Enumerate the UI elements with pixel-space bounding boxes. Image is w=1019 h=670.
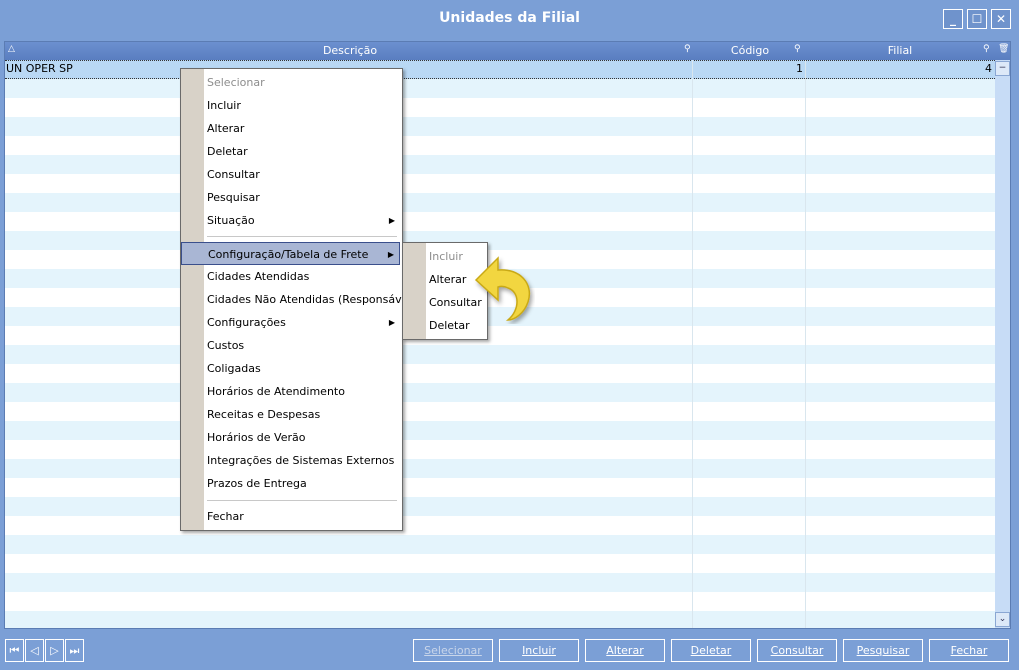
scroll-up-icon[interactable]: − bbox=[995, 61, 1010, 76]
context-menu: Selecionar Incluir Alterar Deletar Consu… bbox=[180, 68, 416, 531]
minimize-button[interactable]: _ bbox=[943, 9, 963, 29]
last-record-button[interactable]: ⏭ bbox=[65, 639, 84, 662]
maximize-icon: ☐ bbox=[971, 12, 983, 26]
menu-item-selecionar[interactable]: Selecionar bbox=[181, 71, 400, 94]
window-title: Unidades da Filial bbox=[439, 10, 580, 26]
menu-item-integracoes[interactable]: Integrações de Sistemas Externos bbox=[181, 449, 400, 472]
menu-item-incluir[interactable]: Incluir bbox=[181, 94, 400, 117]
column-divider bbox=[805, 60, 806, 628]
table-row[interactable] bbox=[5, 231, 995, 250]
table-row[interactable] bbox=[5, 459, 995, 478]
trash-icon[interactable]: 🗑 bbox=[998, 44, 1009, 54]
menu-item-prazos-entrega[interactable]: Prazos de Entrega bbox=[181, 472, 400, 495]
cell-filial: 4 bbox=[985, 62, 992, 75]
menu-separator bbox=[207, 236, 397, 237]
menu-item-horarios-verao[interactable]: Horários de Verão bbox=[181, 426, 400, 449]
submenu-arrow-icon: ▶ bbox=[387, 250, 394, 259]
table-row[interactable] bbox=[5, 611, 995, 628]
table-row[interactable] bbox=[5, 516, 995, 535]
table-row[interactable] bbox=[5, 79, 995, 98]
menu-item-deletar[interactable]: Deletar bbox=[181, 140, 400, 163]
fechar-button[interactable]: Fechar bbox=[929, 639, 1009, 662]
table-row[interactable] bbox=[5, 345, 995, 364]
table-row[interactable] bbox=[5, 383, 995, 402]
alterar-button[interactable]: Alterar bbox=[585, 639, 665, 662]
table-row[interactable] bbox=[5, 326, 995, 345]
table-row[interactable] bbox=[5, 174, 995, 193]
menu-item-pesquisar[interactable]: Pesquisar bbox=[181, 186, 400, 209]
cell-descricao: UN OPER SP bbox=[6, 62, 73, 75]
menu-item-fechar[interactable]: Fechar bbox=[181, 505, 400, 528]
maximize-button[interactable]: ☐ bbox=[967, 9, 987, 29]
first-icon: ⏮ bbox=[9, 644, 20, 657]
first-record-button[interactable]: ⏮ bbox=[5, 639, 24, 662]
next-icon: ▷ bbox=[50, 644, 59, 657]
search-icon[interactable]: ⚲ bbox=[794, 44, 801, 54]
table-row[interactable] bbox=[5, 98, 995, 117]
menu-item-cidades-nao-atendidas[interactable]: Cidades Não Atendidas (Responsável) bbox=[181, 288, 416, 311]
menu-item-custos[interactable]: Custos bbox=[181, 334, 400, 357]
table-row[interactable] bbox=[5, 402, 995, 421]
menu-item-alterar[interactable]: Alterar bbox=[181, 117, 400, 140]
deletar-button[interactable]: Deletar bbox=[671, 639, 751, 662]
table-row[interactable] bbox=[5, 212, 995, 231]
next-record-button[interactable]: ▷ bbox=[45, 639, 64, 662]
title-bar: Unidades da Filial _ ☐ ✕ bbox=[0, 0, 1019, 38]
grid-header: △ Descrição ⚲ Código ⚲ Filial ⚲ 🗑 bbox=[5, 42, 1010, 60]
search-icon[interactable]: ⚲ bbox=[684, 44, 691, 54]
table-row[interactable] bbox=[5, 421, 995, 440]
table-row[interactable] bbox=[5, 364, 995, 383]
scroll-down-icon[interactable]: ⌄ bbox=[995, 612, 1010, 627]
search-icon[interactable]: ⚲ bbox=[983, 44, 990, 54]
table-row[interactable] bbox=[5, 478, 995, 497]
column-header-filial[interactable]: Filial bbox=[805, 42, 995, 60]
pesquisar-button[interactable]: Pesquisar bbox=[843, 639, 923, 662]
table-row[interactable] bbox=[5, 117, 995, 136]
menu-item-situacao[interactable]: Situação ▶ bbox=[181, 209, 400, 232]
vertical-scrollbar[interactable]: − ⌄ bbox=[995, 60, 1010, 628]
bottom-bar: ⏮ ◁ ▷ ⏭ Selecionar Incluir Alterar Delet… bbox=[0, 632, 1019, 670]
column-header-codigo[interactable]: Código bbox=[695, 42, 805, 60]
incluir-button[interactable]: Incluir bbox=[499, 639, 579, 662]
data-grid: △ Descrição ⚲ Código ⚲ Filial ⚲ 🗑 UN OPE… bbox=[4, 41, 1011, 629]
column-header-descricao[interactable]: Descrição bbox=[5, 42, 695, 60]
menu-item-horarios-atendimento[interactable]: Horários de Atendimento bbox=[181, 380, 400, 403]
close-icon: ✕ bbox=[995, 12, 1007, 26]
column-divider bbox=[692, 60, 693, 628]
menu-item-coligadas[interactable]: Coligadas bbox=[181, 357, 400, 380]
menu-item-configuracao-tabela-frete[interactable]: Configuração/Tabela de Frete ▶ bbox=[181, 242, 400, 265]
table-row[interactable] bbox=[5, 554, 995, 573]
consultar-button[interactable]: Consultar bbox=[757, 639, 837, 662]
table-row[interactable] bbox=[5, 155, 995, 174]
table-row[interactable] bbox=[5, 573, 995, 592]
table-row[interactable] bbox=[5, 136, 995, 155]
last-icon: ⏭ bbox=[69, 644, 80, 657]
selecionar-button[interactable]: Selecionar bbox=[413, 639, 493, 662]
window: Unidades da Filial _ ☐ ✕ △ Descrição ⚲ C… bbox=[0, 0, 1019, 670]
submenu-arrow-icon: ▶ bbox=[388, 318, 395, 327]
menu-item-receitas-despesas[interactable]: Receitas e Despesas bbox=[181, 403, 400, 426]
submenu-arrow-icon: ▶ bbox=[388, 216, 395, 225]
minimize-icon: _ bbox=[950, 12, 956, 26]
close-button[interactable]: ✕ bbox=[991, 9, 1011, 29]
previous-record-button[interactable]: ◁ bbox=[25, 639, 44, 662]
table-row[interactable] bbox=[5, 592, 995, 611]
table-row[interactable] bbox=[5, 193, 995, 212]
table-row[interactable]: UN OPER SP 1 4 bbox=[5, 60, 995, 79]
table-row[interactable] bbox=[5, 535, 995, 554]
table-row[interactable] bbox=[5, 440, 995, 459]
cell-codigo: 1 bbox=[796, 62, 803, 75]
table-row[interactable] bbox=[5, 497, 995, 516]
menu-separator bbox=[207, 500, 397, 501]
prev-icon: ◁ bbox=[30, 644, 39, 657]
menu-item-configuracoes[interactable]: Configurações ▶ bbox=[181, 311, 400, 334]
menu-item-consultar[interactable]: Consultar bbox=[181, 163, 400, 186]
pointer-arrow-icon bbox=[474, 256, 531, 321]
menu-item-cidades-atendidas[interactable]: Cidades Atendidas bbox=[181, 265, 400, 288]
